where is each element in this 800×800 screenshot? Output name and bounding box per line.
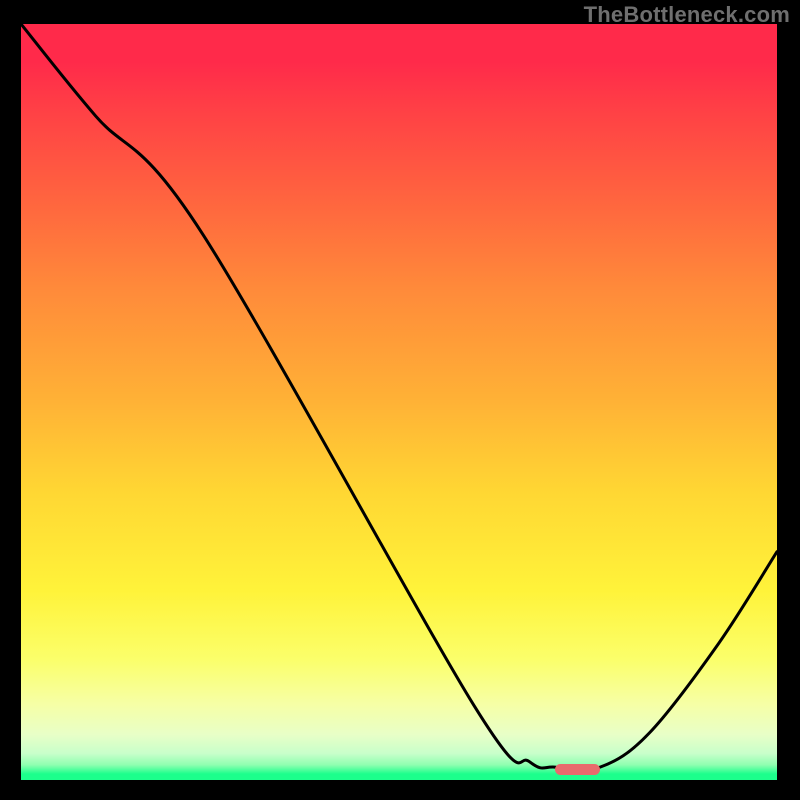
plot-area [21,24,777,780]
trough-marker [555,764,600,775]
watermark-text: TheBottleneck.com [584,2,790,28]
bottleneck-curve [21,24,777,780]
